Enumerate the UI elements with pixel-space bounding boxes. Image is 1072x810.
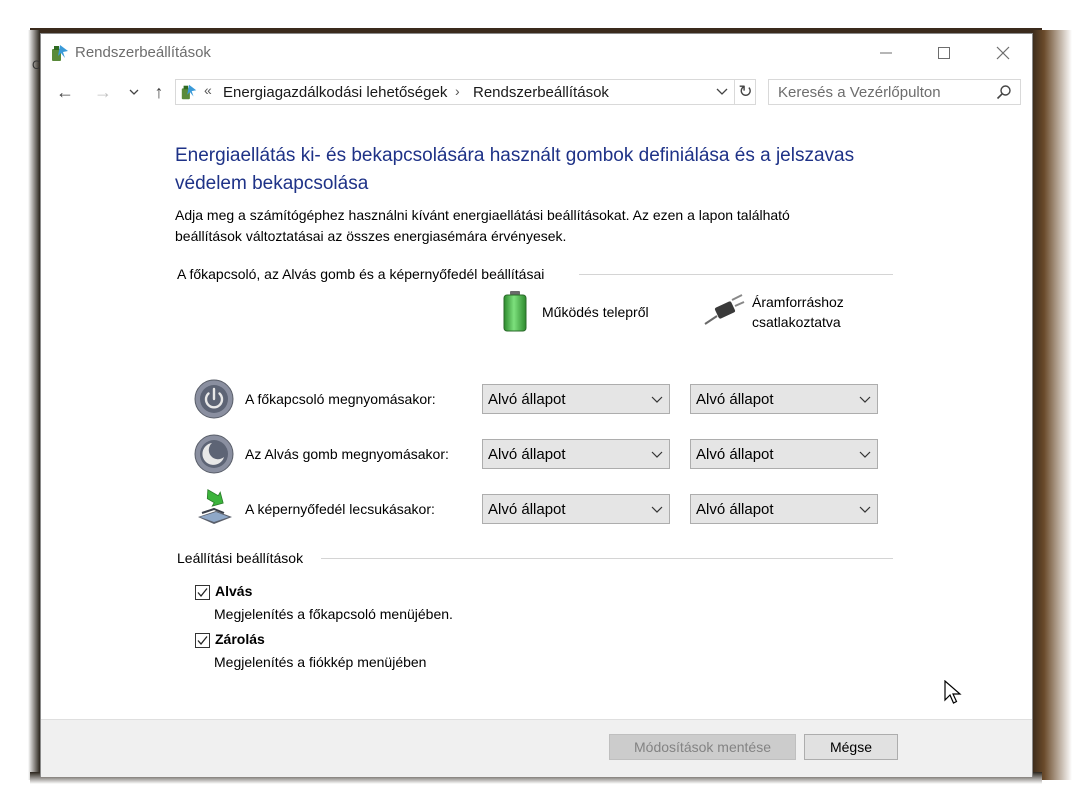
lock-checkbox-description: Megjelenítés a fiókkép menüjében bbox=[214, 654, 427, 670]
power-button-icon bbox=[194, 379, 234, 419]
content-area: Energiaellátás ki- és bekapcsolására has… bbox=[41, 112, 1032, 722]
power-button-label: A főkapcsoló megnyomásakor: bbox=[245, 391, 436, 407]
select-value: Alvó állapot bbox=[488, 446, 566, 463]
plug-icon bbox=[704, 294, 745, 325]
forward-button[interactable]: → bbox=[91, 79, 115, 105]
recent-locations-button[interactable] bbox=[125, 79, 143, 105]
battery-icon bbox=[503, 291, 527, 332]
chevron-down-icon bbox=[651, 506, 663, 513]
refresh-button[interactable]: ↻ bbox=[734, 79, 756, 105]
power-options-icon bbox=[181, 84, 197, 100]
plugged-label-line1: Áramforráshoz bbox=[752, 294, 844, 310]
cancel-button[interactable]: Mégse bbox=[804, 734, 898, 760]
desktop-edge-right bbox=[1032, 30, 1072, 780]
select-value: Alvó állapot bbox=[696, 391, 774, 408]
maximize-icon bbox=[938, 47, 950, 59]
power-options-icon bbox=[52, 45, 68, 61]
battery-column-label: Működés telepről bbox=[542, 304, 649, 320]
maximize-button[interactable] bbox=[915, 34, 973, 72]
window-title: Rendszerbeállítások bbox=[75, 44, 211, 61]
breadcrumb-separator[interactable]: › bbox=[455, 83, 460, 99]
address-dropdown-icon[interactable] bbox=[716, 87, 728, 97]
save-changes-button[interactable]: Módosítások mentése bbox=[609, 734, 796, 760]
lid-close-label: A képernyőfedél lecsukásakor: bbox=[245, 501, 435, 517]
navigation-bar: ← → ↑ « Energiagazdálkodási lehetőségek … bbox=[41, 72, 1032, 112]
minimize-button[interactable] bbox=[857, 34, 915, 72]
mouse-cursor-icon bbox=[944, 680, 962, 704]
lock-checkbox[interactable] bbox=[195, 633, 210, 648]
lock-checkbox-label[interactable]: Zárolás bbox=[215, 631, 265, 647]
chevron-down-icon bbox=[651, 451, 663, 458]
title-bar[interactable]: Rendszerbeállítások bbox=[41, 34, 1032, 72]
select-value: Alvó állapot bbox=[696, 446, 774, 463]
close-icon bbox=[996, 46, 1010, 60]
shutdown-divider bbox=[321, 558, 893, 559]
page-description: Adja meg a számítógéphez használni kíván… bbox=[175, 207, 790, 244]
arrow-up-icon: ↑ bbox=[154, 81, 164, 102]
lid-close-battery-select[interactable]: Alvó állapot bbox=[482, 494, 670, 524]
search-box[interactable] bbox=[768, 79, 1021, 105]
address-bar[interactable]: « Energiagazdálkodási lehetőségek › Rend… bbox=[175, 79, 756, 105]
desktop-edge-left bbox=[0, 30, 40, 780]
arrow-left-icon: ← bbox=[56, 81, 74, 102]
sleep-checkbox-label[interactable]: Alvás bbox=[215, 583, 252, 599]
sleep-checkbox[interactable] bbox=[195, 585, 210, 600]
laptop-lid-icon bbox=[198, 489, 232, 524]
chevron-down-icon bbox=[859, 396, 871, 403]
power-buttons-heading: A főkapcsoló, az Alvás gomb és a képerny… bbox=[177, 266, 545, 282]
checkmark-icon bbox=[197, 636, 208, 646]
chevron-down-icon bbox=[859, 506, 871, 513]
breadcrumb-overflow[interactable]: « bbox=[204, 82, 212, 98]
power-button-battery-select[interactable]: Alvó állapot bbox=[482, 384, 670, 414]
chevron-down-icon bbox=[859, 451, 871, 458]
sleep-button-plugged-select[interactable]: Alvó állapot bbox=[690, 439, 878, 469]
search-input[interactable] bbox=[769, 80, 998, 104]
sleep-button-icon bbox=[194, 434, 234, 474]
power-button-plugged-select[interactable]: Alvó állapot bbox=[690, 384, 878, 414]
chevron-down-icon bbox=[129, 89, 139, 95]
page-title: Energiaellátás ki- és bekapcsolására has… bbox=[175, 145, 855, 194]
arrow-right-icon: → bbox=[94, 81, 112, 102]
sleep-button-label: Az Alvás gomb megnyomásakor: bbox=[245, 446, 449, 462]
search-icon[interactable] bbox=[996, 84, 1012, 100]
lid-close-plugged-select[interactable]: Alvó állapot bbox=[690, 494, 878, 524]
refresh-icon: ↻ bbox=[738, 82, 753, 101]
close-button[interactable] bbox=[974, 34, 1032, 72]
control-panel-window: Rendszerbeállítások ← → ↑ « Energiagazdá… bbox=[40, 33, 1033, 777]
sleep-checkbox-description: Megjelenítés a főkapcsoló menüjében. bbox=[214, 606, 453, 622]
back-button[interactable]: ← bbox=[53, 79, 77, 105]
select-value: Alvó állapot bbox=[488, 501, 566, 518]
breadcrumb-system-settings[interactable]: Rendszerbeállítások bbox=[473, 84, 609, 101]
minimize-icon bbox=[880, 52, 892, 54]
up-button[interactable]: ↑ bbox=[147, 79, 171, 105]
sleep-button-battery-select[interactable]: Alvó állapot bbox=[482, 439, 670, 469]
breadcrumb-energy-options[interactable]: Energiagazdálkodási lehetőségek bbox=[223, 84, 447, 101]
chevron-down-icon bbox=[651, 396, 663, 403]
power-buttons-divider bbox=[579, 274, 893, 275]
select-value: Alvó állapot bbox=[696, 501, 774, 518]
select-value: Alvó állapot bbox=[488, 391, 566, 408]
shutdown-heading: Leállítási beállítások bbox=[177, 550, 304, 566]
checkmark-icon bbox=[197, 588, 208, 598]
plugged-label-line2: csatlakoztatva bbox=[752, 314, 841, 330]
plugged-column-label: Áramforráshoz csatlakoztatva bbox=[752, 292, 844, 332]
